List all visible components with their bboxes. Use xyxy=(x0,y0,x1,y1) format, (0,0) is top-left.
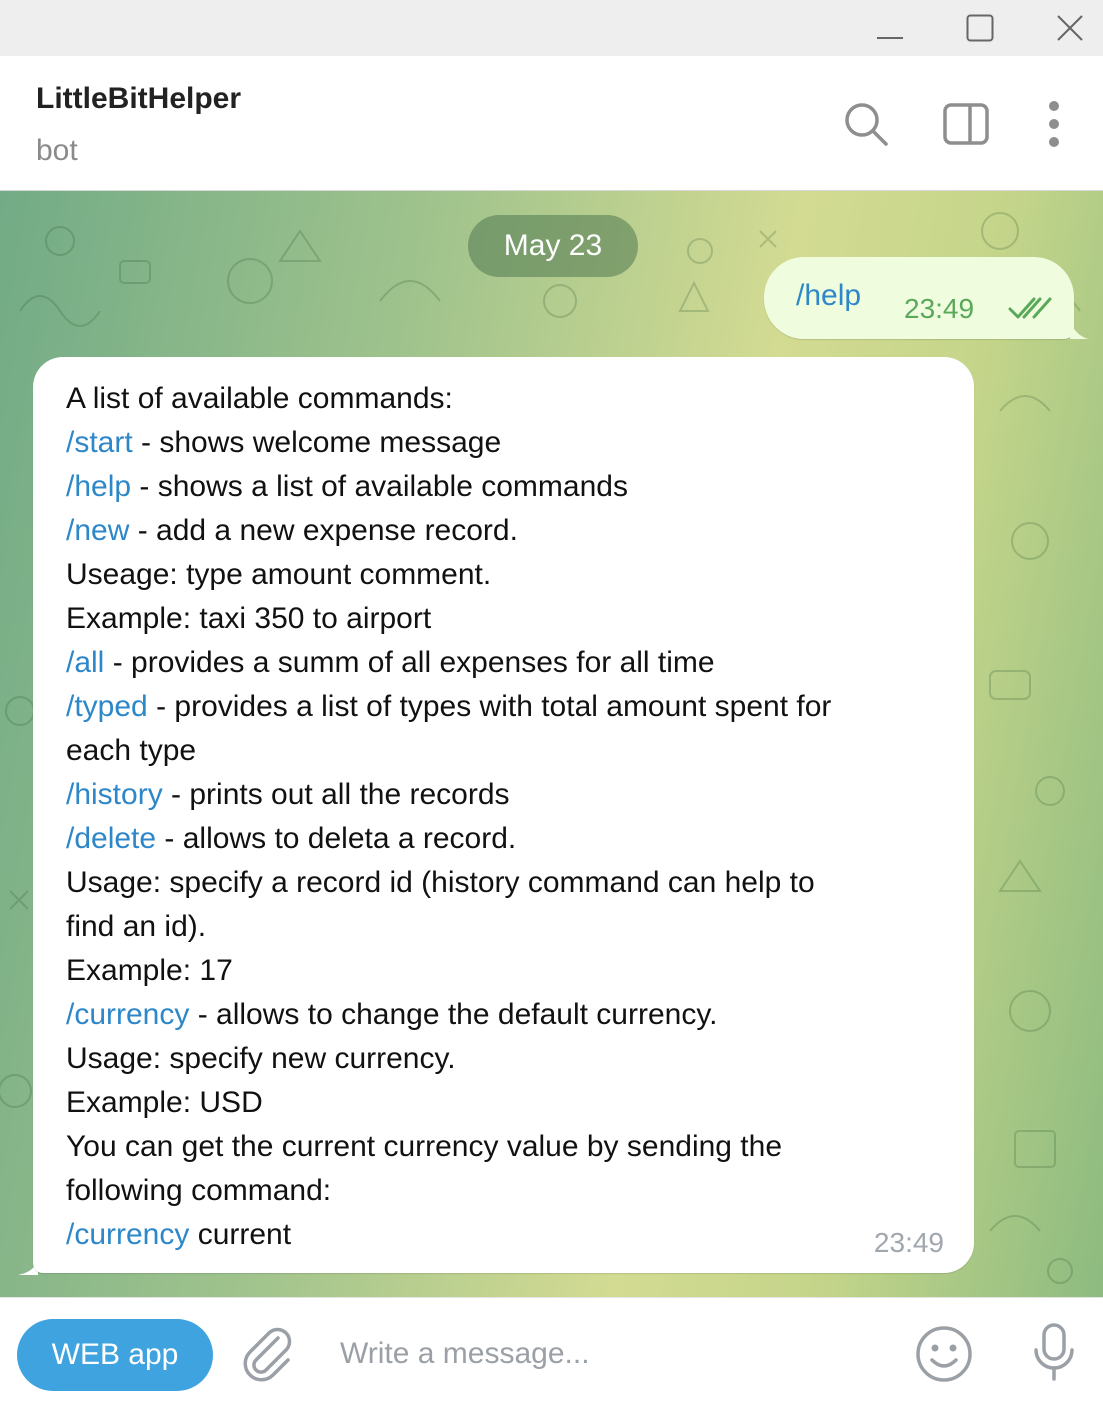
maximize-icon xyxy=(966,14,994,42)
message-line: /new - add a new expense record. xyxy=(66,509,956,553)
message-text-segment: - allows to deleta a record. xyxy=(156,822,517,855)
message-line: /currency current xyxy=(66,1213,956,1257)
emoji-button[interactable] xyxy=(914,1324,974,1389)
incoming-message-text: A list of available commands: /start - sh… xyxy=(66,377,956,1257)
bot-command-link[interactable]: /currency xyxy=(66,998,189,1031)
message-text-segment: each type xyxy=(66,734,197,767)
incoming-message[interactable]: A list of available commands: /start - sh… xyxy=(33,357,974,1273)
bot-command-link[interactable]: /history xyxy=(66,778,163,811)
incoming-message-time: 23:49 xyxy=(873,1227,944,1258)
chat-history[interactable]: May 23 /help 23:49 A list of available c… xyxy=(0,191,1103,1297)
attach-button[interactable] xyxy=(240,1324,296,1389)
message-line: /delete - allows to deleta a record. xyxy=(66,817,956,861)
message-line: Example: taxi 350 to airport xyxy=(66,597,956,641)
window-title-bar xyxy=(0,0,1103,56)
message-line: You can get the current currency value b… xyxy=(66,1125,956,1169)
message-text-segment: Example: USD xyxy=(66,1086,263,1119)
message-text-segment: - provides a list of types with total am… xyxy=(147,690,832,723)
chat-header: LittleBitHelper bot xyxy=(0,56,1103,191)
message-text-segment: - allows to change the default currency. xyxy=(189,998,718,1031)
message-line: /start - shows welcome message xyxy=(66,421,956,465)
bot-command-link[interactable]: /all xyxy=(66,646,104,679)
emoji-icon xyxy=(916,1326,972,1382)
message-text-segment: A list of available commands: xyxy=(66,382,453,415)
read-double-check-icon xyxy=(1008,297,1052,319)
bot-command-link[interactable]: /delete xyxy=(66,822,156,855)
outgoing-bubble-tail xyxy=(1070,313,1088,339)
message-line: following command: xyxy=(66,1169,956,1213)
attach-icon xyxy=(243,1327,292,1382)
message-line: Example: USD xyxy=(66,1081,956,1125)
message-line: /all - provides a summ of all expenses f… xyxy=(66,641,956,685)
search-button[interactable] xyxy=(842,100,892,155)
bot-command-link[interactable]: /new xyxy=(66,514,129,547)
message-text-segment: Example: 17 xyxy=(66,954,233,987)
bot-command-link[interactable]: /typed xyxy=(66,690,148,723)
close-icon xyxy=(1057,15,1083,41)
message-line: /history - prints out all the records xyxy=(66,773,956,817)
message-line: Useage: type amount comment. xyxy=(66,553,956,597)
message-text-segment: Useage: type amount comment. xyxy=(66,558,492,591)
web-app-button[interactable]: WEB app xyxy=(17,1319,213,1391)
message-text-segment: Usage: specify a record id (history comm… xyxy=(66,866,815,899)
message-line: A list of available commands: xyxy=(66,377,956,421)
message-line: Example: 17 xyxy=(66,949,956,993)
maximize-button[interactable] xyxy=(940,0,1020,56)
side-panel-icon xyxy=(943,103,989,145)
bot-command-link[interactable]: /start xyxy=(66,426,133,459)
chat-subtitle: bot xyxy=(36,134,78,167)
message-text-segment: - shows a list of available commands xyxy=(131,470,628,503)
outgoing-message[interactable]: /help 23:49 xyxy=(764,257,1074,339)
message-text-segment: - shows welcome message xyxy=(132,426,502,459)
message-text-segment: following command: xyxy=(66,1174,332,1207)
bot-command-link[interactable]: /help xyxy=(66,470,131,503)
message-text-segment: - add a new expense record. xyxy=(129,514,518,547)
outgoing-message-time: 23:49 xyxy=(904,293,975,324)
message-text-segment: - prints out all the records xyxy=(162,778,510,811)
more-button[interactable] xyxy=(1040,100,1068,153)
minimize-button[interactable] xyxy=(850,0,930,56)
more-vertical-icon xyxy=(1049,101,1059,147)
chat-title[interactable]: LittleBitHelper xyxy=(36,82,241,116)
bot-command-link[interactable]: /currency xyxy=(66,1218,189,1251)
message-text-segment: find an id). xyxy=(66,910,207,943)
message-text-segment: Example: taxi 350 to airport xyxy=(66,602,432,635)
message-composer: WEB app xyxy=(0,1297,1103,1408)
search-icon xyxy=(845,103,888,146)
message-text-segment: current xyxy=(189,1218,292,1251)
message-text-segment: - provides a summ of all expenses for al… xyxy=(104,646,715,679)
message-input[interactable] xyxy=(340,1326,880,1382)
minimize-icon xyxy=(877,37,903,39)
side-panel-button[interactable] xyxy=(942,102,990,151)
message-line: /currency - allows to change the default… xyxy=(66,993,956,1037)
microphone-icon xyxy=(1034,1323,1074,1381)
close-button[interactable] xyxy=(1030,0,1103,56)
message-line: find an id). xyxy=(66,905,956,949)
message-text-segment: Usage: specify new currency. xyxy=(66,1042,456,1075)
outgoing-message-text[interactable]: /help xyxy=(796,279,861,313)
voice-message-button[interactable] xyxy=(1030,1322,1078,1387)
message-line: Usage: specify a record id (history comm… xyxy=(66,861,956,905)
message-line: Usage: specify new currency. xyxy=(66,1037,956,1081)
message-line: /help - shows a list of available comman… xyxy=(66,465,956,509)
message-line: /typed - provides a list of types with t… xyxy=(66,685,956,729)
message-text-segment: You can get the current currency value b… xyxy=(66,1130,783,1163)
date-separator: May 23 xyxy=(468,215,638,277)
message-line: each type xyxy=(66,729,956,773)
